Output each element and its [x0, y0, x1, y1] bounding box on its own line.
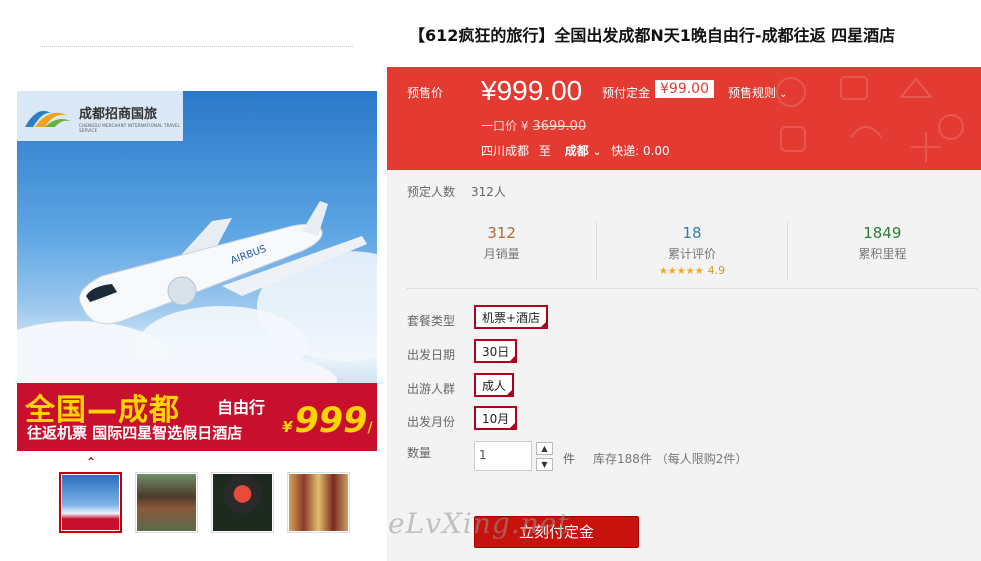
stat-mileage: 1849 累积里程 [786, 222, 977, 280]
logo-subtext: CHENGDU MERCHANT INTERNATIONAL TRAVEL SE… [79, 123, 181, 133]
ship-from: 四川成都 [481, 144, 530, 158]
thumbnail-strip [59, 472, 350, 533]
quantity-input[interactable]: 1 [474, 441, 532, 471]
option-package-selected[interactable]: 机票+酒店 [474, 305, 549, 329]
product-page: 成都招商国旅 CHENGDU MERCHANT INTERNATIONAL TR… [0, 0, 981, 561]
booked-label: 预定人数 [407, 185, 456, 199]
chevron-up-icon: ⌃ [86, 455, 97, 469]
divider [40, 46, 353, 47]
shipping-info: 四川成都 至 成都 ⌄ 快递: 0.00 [481, 142, 670, 159]
banner-price-value: 999 [294, 401, 368, 441]
option-month-selected[interactable]: 10月 [474, 406, 518, 430]
thumbnail-plane[interactable] [59, 472, 122, 533]
option-label-month: 出发月份 [407, 415, 456, 429]
stock-info: 库存188件 （每人限购2件） [593, 452, 748, 466]
logo-text: 成都招商国旅 [79, 107, 158, 122]
ship-destination-select[interactable]: 成都 ⌄ [565, 144, 602, 158]
quantity-unit: 件 [563, 452, 576, 466]
ship-to-label: 至 [538, 144, 551, 158]
booked-row: 预定人数 312人 [407, 183, 506, 200]
airplane-illustration: AIRBUS [79, 201, 367, 325]
thumbnail-opera[interactable] [211, 472, 274, 533]
presale-price: ¥999.00 [481, 75, 583, 106]
presale-rules-link[interactable]: 预售规则 ⌄ [728, 84, 787, 101]
option-label-package: 套餐类型 [407, 314, 456, 328]
details-panel: 【612疯狂的旅行】全国出发成都N天1晚自由行-成都往返 四星酒店 预售价 ¥9… [387, 0, 981, 561]
option-label-date: 出发日期 [407, 348, 456, 362]
thumbnail-temple[interactable] [135, 472, 198, 533]
thumbnail-image [289, 474, 348, 531]
stat-caption: 累积里程 [858, 247, 907, 261]
one-price: 一口价 ¥3699.00 [481, 117, 586, 134]
banner-free-travel: 自由行 [217, 398, 266, 417]
agency-logo: 成都招商国旅 CHENGDU MERCHANT INTERNATIONAL TR… [17, 91, 183, 141]
quantity-decrement-button[interactable]: ▼ [536, 458, 553, 471]
stat-caption: 月销量 [483, 247, 520, 261]
banner-price: ¥999/人 [282, 401, 377, 451]
watermark: eLvXing.net [388, 507, 570, 540]
price-box: 预售价 ¥999.00 预付定金 ¥99.00 预售规则 ⌄ 一口价 ¥3699.… [387, 67, 981, 170]
stat-caption: 累计评价 [667, 247, 716, 261]
rating-stars: ★★★★★ 4.9 [597, 264, 786, 277]
stat-number: 18 [682, 224, 702, 242]
thumbnail-image [213, 474, 272, 531]
main-product-image[interactable]: 成都招商国旅 CHENGDU MERCHANT INTERNATIONAL TR… [17, 91, 377, 451]
rating-score: 4.9 [707, 264, 726, 277]
presale-label: 预售价 [407, 86, 444, 100]
stat-monthly-sales: 312 月销量 [407, 222, 596, 280]
gallery-panel: 成都招商国旅 CHENGDU MERCHANT INTERNATIONAL TR… [0, 0, 387, 561]
caret-up-icon: ▲ [541, 444, 548, 453]
option-travelers-selected[interactable]: 成人 [474, 373, 515, 397]
chevron-down-icon: ⌄ [592, 147, 602, 158]
banner-yen: ¥ [282, 418, 293, 436]
one-price-value: 3699.00 [532, 119, 587, 134]
stat-number: 1849 [863, 224, 902, 242]
quantity-label: 数量 [407, 446, 432, 460]
ship-fee: 快递: 0.00 [611, 144, 670, 158]
one-price-label: 一口价 ¥ [481, 119, 529, 133]
option-date-selected[interactable]: 30日 [474, 339, 518, 363]
divider [407, 288, 977, 289]
chevron-down-icon: ⌄ [779, 89, 788, 100]
ship-destination: 成都 [564, 144, 589, 158]
logo-swoosh-icon [25, 110, 71, 127]
option-label-travelers: 出游人群 [407, 382, 456, 396]
stats-bar: 312 月销量 18 累计评价 ★★★★★ 4.9 1849 累积里程 [407, 222, 977, 280]
stat-reviews[interactable]: 18 累计评价 ★★★★★ 4.9 [596, 222, 786, 280]
product-title: 【612疯狂的旅行】全国出发成都N天1晚自由行-成都往返 四星酒店 [387, 0, 981, 67]
thumbnail-puppets[interactable] [287, 472, 350, 533]
rules-label: 预售规则 [728, 86, 777, 100]
deposit-value: ¥99.00 [655, 80, 714, 98]
quantity-increment-button[interactable]: ▲ [536, 442, 553, 455]
deposit-label: 预付定金 [602, 86, 651, 100]
caret-down-icon: ▼ [541, 460, 548, 469]
thumbnail-image [137, 474, 196, 531]
star-icons: ★★★★★ [658, 266, 704, 277]
thumbnail-image [62, 475, 119, 530]
booked-value: 312人 [471, 185, 506, 199]
decorative-pattern [776, 76, 964, 162]
stat-number: 312 [487, 224, 516, 242]
banner-subtitle: 往返机票 国际四星智选假日酒店 [27, 424, 243, 442]
